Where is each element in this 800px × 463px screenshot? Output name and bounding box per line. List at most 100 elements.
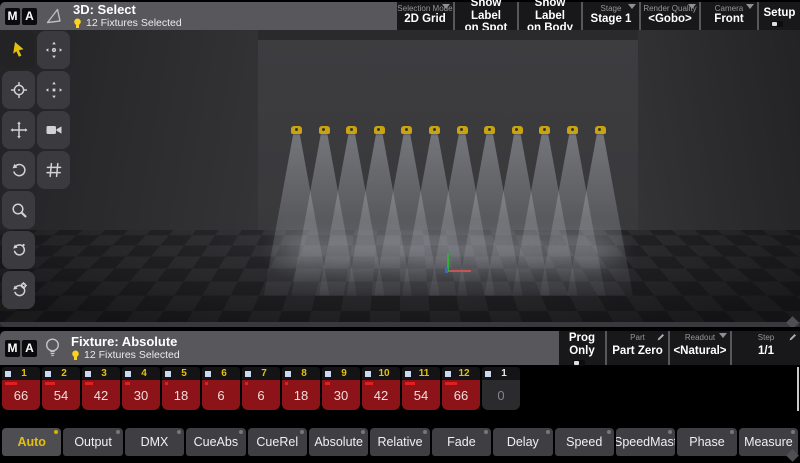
tool-camera-view-button[interactable] bbox=[37, 111, 70, 149]
dropdown-arrow-icon bbox=[688, 4, 696, 9]
fixture-cell[interactable]: 930 bbox=[322, 367, 360, 410]
fixture-cell[interactable]: 1154 bbox=[402, 367, 440, 410]
tool-orbit-selection-button[interactable] bbox=[2, 271, 35, 309]
dropdown-arrow-icon bbox=[628, 4, 636, 9]
ma-logo[interactable]: M A bbox=[5, 340, 37, 357]
fixture-cell[interactable]: 76 bbox=[242, 367, 280, 410]
fixture-sheet-controls: Prog OnlyPartPart ZeroReadout<Natural>St… bbox=[557, 331, 800, 365]
fixture-3d[interactable] bbox=[401, 126, 412, 134]
fixture-3d[interactable] bbox=[346, 126, 357, 134]
dimmer-value-cell: 18 bbox=[162, 380, 200, 410]
dimmer-value: 6 bbox=[257, 388, 264, 403]
toggle-switch-icon bbox=[771, 21, 783, 27]
dimmer-value-cell: 66 bbox=[442, 380, 480, 410]
control-setup[interactable]: Setup bbox=[759, 2, 800, 30]
dimmer-bar bbox=[245, 382, 248, 385]
control-stage[interactable]: StageStage 1 bbox=[583, 2, 639, 30]
tool-grid-button[interactable] bbox=[37, 151, 70, 189]
tool-zoom-button[interactable] bbox=[2, 191, 35, 229]
tab-absolute[interactable]: Absolute bbox=[309, 428, 368, 456]
ma-logo-m: M bbox=[5, 8, 20, 25]
window-3d-titlebar: M A 3D: Select 12 Fixtures Selected Sele… bbox=[0, 2, 800, 30]
tab-cuerel[interactable]: CueRel bbox=[248, 428, 307, 456]
dimmer-value: 30 bbox=[334, 388, 348, 403]
dimmer-value: 42 bbox=[374, 388, 388, 403]
dimmer-value-cell: 0 bbox=[482, 380, 520, 410]
tool-pan-screen-button[interactable] bbox=[37, 31, 70, 69]
tool-rotate-left-button[interactable] bbox=[2, 151, 35, 189]
dimmer-value: 66 bbox=[454, 388, 468, 403]
dimmer-bar bbox=[445, 382, 457, 385]
stage-right-wall bbox=[638, 30, 800, 230]
layer-tab-bar: Auto Output DMXCueAbs CueRel AbsoluteRelativ… bbox=[2, 428, 798, 456]
fixture-3d[interactable] bbox=[539, 126, 550, 134]
fixture-cell[interactable]: 430 bbox=[122, 367, 160, 410]
control-show-label-on-body[interactable]: Show Label on Body bbox=[519, 2, 581, 30]
control-part[interactable]: PartPart Zero bbox=[607, 331, 668, 365]
fixture-id: 7 bbox=[251, 368, 277, 379]
axis-z-blue bbox=[445, 268, 448, 273]
tab-output[interactable]: Output bbox=[63, 428, 122, 456]
tab-label: Delay bbox=[507, 435, 539, 449]
tab-cueabs[interactable]: CueAbs bbox=[186, 428, 245, 456]
fixture-3d[interactable] bbox=[512, 126, 523, 134]
fixture-3d[interactable] bbox=[484, 126, 495, 134]
camera-view-icon bbox=[44, 120, 64, 140]
tab-dmx[interactable]: DMX bbox=[125, 428, 184, 456]
tool-pan-axis-button[interactable] bbox=[37, 71, 70, 109]
fixture-3d[interactable] bbox=[567, 126, 578, 134]
tool-select-pointer-button[interactable] bbox=[2, 31, 35, 69]
sheet-scrollbar[interactable] bbox=[797, 367, 799, 411]
tab-relative[interactable]: Relative bbox=[370, 428, 429, 456]
fixture-cell[interactable]: 342 bbox=[82, 367, 120, 410]
tab-indicator-dot bbox=[668, 430, 672, 434]
fixture-3d[interactable] bbox=[374, 126, 385, 134]
dimmer-value-cell: 30 bbox=[322, 380, 360, 410]
tool-center-target-button[interactable] bbox=[2, 71, 35, 109]
fixture-cell[interactable]: 1266 bbox=[442, 367, 480, 410]
fixture-3d[interactable] bbox=[429, 126, 440, 134]
fixture-id: 1 bbox=[11, 368, 37, 379]
tab-fade[interactable]: Fade bbox=[432, 428, 491, 456]
fixture-id: 2 bbox=[51, 368, 77, 379]
fixture-cell[interactable]: 818 bbox=[282, 367, 320, 410]
tab-speed[interactable]: Speed bbox=[555, 428, 614, 456]
control-render-quality[interactable]: Render Quality<Gobo> bbox=[641, 2, 699, 30]
fixture-cell[interactable]: 1042 bbox=[362, 367, 400, 410]
ma-logo-m: M bbox=[5, 340, 20, 357]
pyramid-3d-icon bbox=[44, 7, 63, 25]
window-3d-title-block: 3D: Select 12 Fixtures Selected bbox=[73, 3, 182, 29]
control-prog-only[interactable]: Prog Only bbox=[559, 331, 605, 365]
tab-label: Output bbox=[74, 435, 112, 449]
fixture-3d[interactable] bbox=[457, 126, 468, 134]
dimmer-value-cell: 66 bbox=[2, 380, 40, 410]
stage-3d-viewport[interactable] bbox=[0, 30, 800, 327]
control-show-label-on-spot[interactable]: Show Label on Spot bbox=[455, 2, 517, 30]
fixture-3d[interactable] bbox=[319, 126, 330, 134]
tab-delay[interactable]: Delay bbox=[493, 428, 552, 456]
fixture-cell[interactable]: 166 bbox=[2, 367, 40, 410]
fixture-3d[interactable] bbox=[291, 126, 302, 134]
fixture-id: 1 bbox=[491, 368, 517, 379]
tool-translate-move-button[interactable] bbox=[2, 111, 35, 149]
fixture-cell[interactable]: 10 bbox=[482, 367, 520, 410]
tool-rotate-step-button[interactable] bbox=[2, 231, 35, 269]
tab-auto[interactable]: Auto bbox=[2, 428, 61, 456]
dimmer-value-cell: 30 bbox=[122, 380, 160, 410]
control-step[interactable]: Step1/1 bbox=[732, 331, 800, 365]
dimmer-value-cell: 54 bbox=[42, 380, 80, 410]
tab-label: CueRel bbox=[256, 435, 298, 449]
fixture-3d[interactable] bbox=[595, 126, 606, 134]
ma-logo[interactable]: M A bbox=[5, 8, 37, 25]
fixture-id: 4 bbox=[131, 368, 157, 379]
control-camera[interactable]: CameraFront bbox=[701, 2, 757, 30]
fixture-cell[interactable]: 518 bbox=[162, 367, 200, 410]
fixture-cell[interactable]: 66 bbox=[202, 367, 240, 410]
fixture-id: 6 bbox=[211, 368, 237, 379]
control-readout[interactable]: Readout<Natural> bbox=[670, 331, 730, 365]
tab-phase[interactable]: Phase bbox=[677, 428, 736, 456]
dimmer-value-cell: 42 bbox=[82, 380, 120, 410]
tab-speedmast[interactable]: SpeedMast bbox=[616, 428, 675, 456]
control-selection-mode[interactable]: Selection Mode2D Grid bbox=[397, 2, 453, 30]
fixture-cell[interactable]: 254 bbox=[42, 367, 80, 410]
